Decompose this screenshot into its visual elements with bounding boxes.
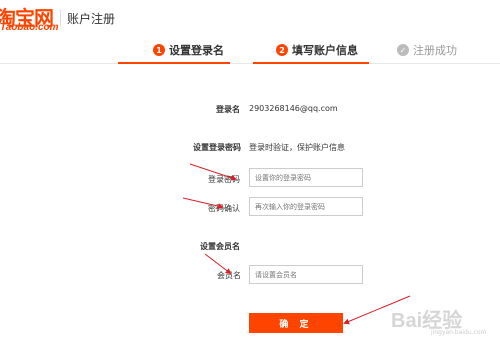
logo-english: Taobao.com — [0, 22, 59, 33]
header-divider — [60, 10, 61, 26]
step-progress-underline — [118, 62, 230, 64]
page-title: 账户注册 — [67, 12, 116, 26]
password-label: 登录密码 — [208, 175, 240, 184]
login-name-label: 登录名 — [216, 105, 240, 114]
step-set-login-name: 1 设置登录名 — [153, 36, 224, 64]
check-icon: ✓ — [397, 44, 409, 56]
confirm-password-label: 密码确认 — [208, 204, 240, 213]
step-number: 2 — [276, 44, 288, 56]
baidu-jingyan-watermark: Bai经验 jingyan.baidu.com — [365, 296, 495, 336]
member-name-label: 会员名 — [217, 271, 241, 280]
step-registration-success: ✓ 注册成功 — [397, 36, 457, 64]
confirm-button[interactable]: 确 定 — [249, 313, 343, 333]
step-fill-account-info: 2 填写账户信息 — [276, 36, 358, 64]
watermark-subtext: jingyan.baidu.com — [431, 329, 487, 336]
password-input[interactable] — [249, 168, 363, 187]
step-progress-underline — [253, 62, 369, 64]
step-number: 1 — [153, 44, 165, 56]
member-section-title: 设置会员名 — [200, 242, 240, 251]
step-label: 填写账户信息 — [292, 44, 358, 57]
password-hint: 登录时验证，保护账户信息 — [249, 143, 345, 152]
member-name-input[interactable] — [249, 265, 363, 284]
login-name-value: 2903268146@qq.com — [249, 104, 338, 113]
step-label: 注册成功 — [413, 44, 457, 57]
registration-steps: 1 设置登录名 2 填写账户信息 ✓ 注册成功 — [0, 36, 500, 64]
step-label: 设置登录名 — [169, 44, 224, 57]
page-header: 淘宝网 Taobao.com 账户注册 — [0, 0, 500, 40]
confirm-password-input[interactable] — [249, 197, 363, 216]
taobao-logo[interactable]: 淘宝网 Taobao.com — [0, 4, 60, 34]
password-section-title: 设置登录密码 — [193, 143, 241, 152]
